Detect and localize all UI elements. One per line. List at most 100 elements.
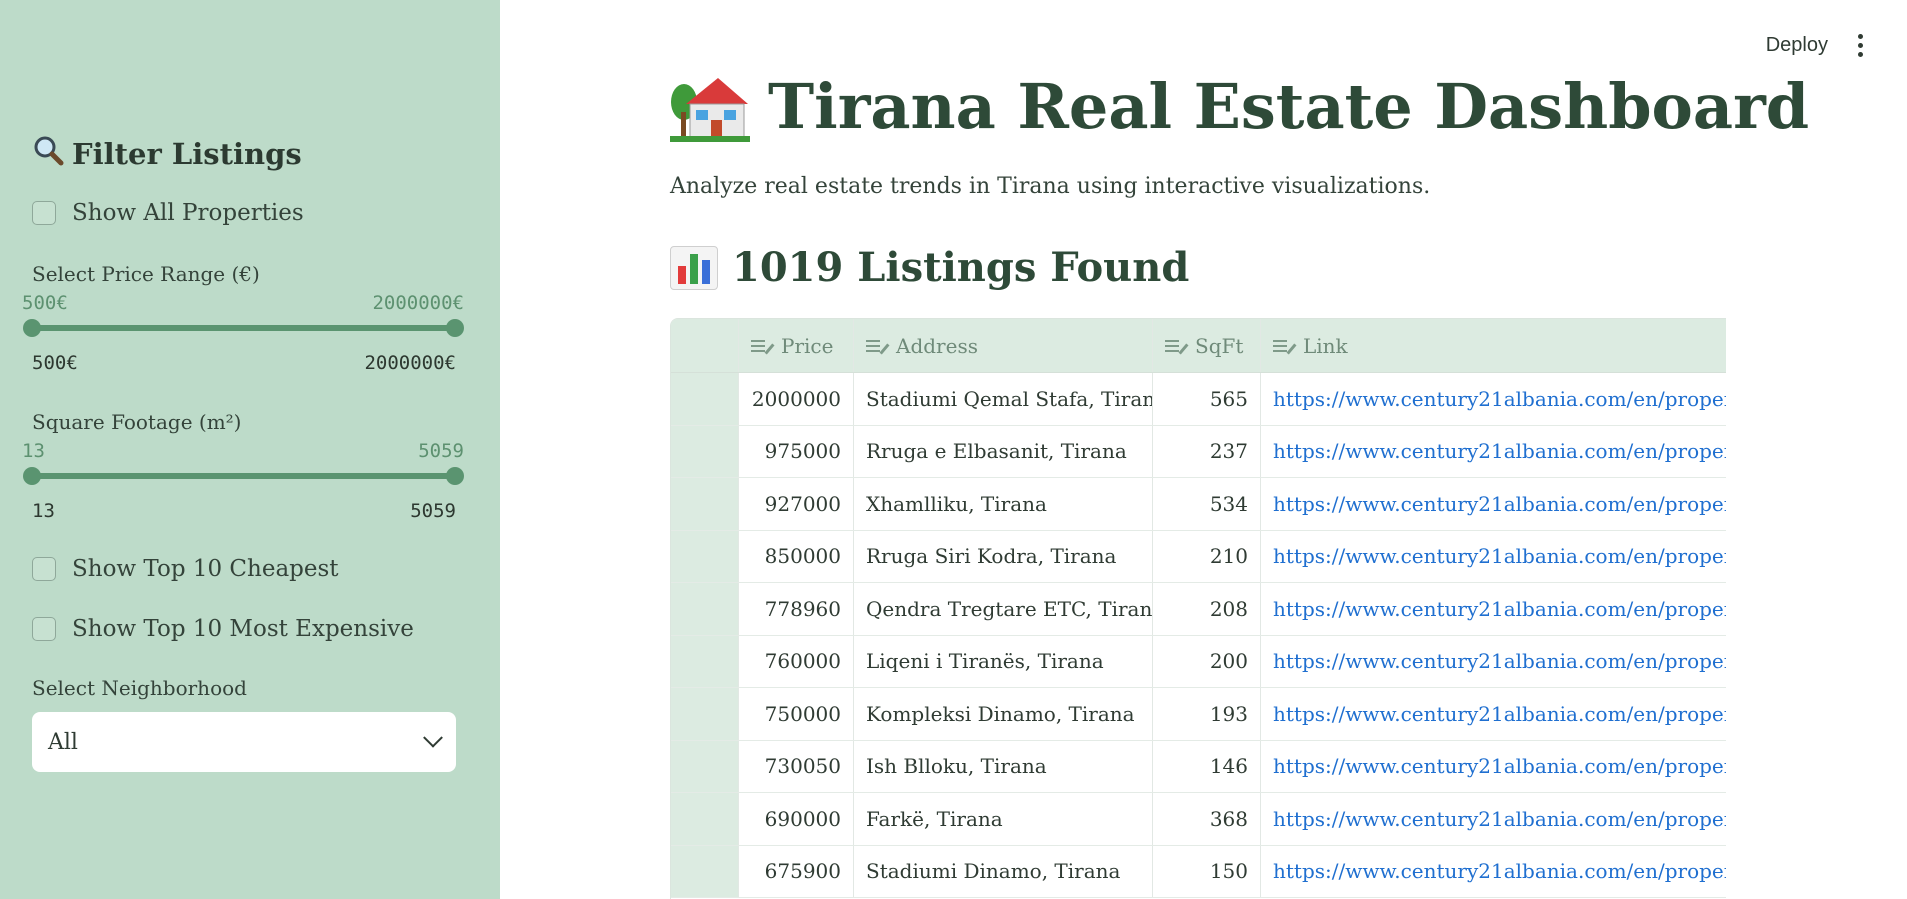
price-max-handle[interactable] xyxy=(446,319,464,337)
index-header xyxy=(671,319,739,372)
price-cell[interactable]: 760000 xyxy=(739,635,854,687)
text-column-icon xyxy=(751,338,771,354)
link-cell[interactable]: https://www.century21albania.com/en/prop… xyxy=(1261,583,1726,635)
table-row[interactable]: 730050 Ish Blloku, Tirana 146 https://www.c… xyxy=(671,740,1726,793)
sqft-cell[interactable]: 200 xyxy=(1153,635,1261,687)
checkbox-label: Show Top 10 Most Expensive xyxy=(72,616,414,642)
price-min-value: 500€ xyxy=(22,292,68,314)
neighborhood-select[interactable]: All xyxy=(32,712,456,772)
address-cell[interactable]: Kompleksi Dinamo, Tirana xyxy=(854,688,1153,740)
table-row[interactable]: 927000 Xhamlliku, Tirana 534 https://www.ce… xyxy=(671,478,1726,531)
price-cell[interactable]: 750000 xyxy=(739,688,854,740)
sqft-min-handle[interactable] xyxy=(23,467,41,485)
table-row[interactable]: 690000 Farkë, Tirana 368 https://www.centur… xyxy=(671,793,1726,846)
sidebar-title: Filter Listings xyxy=(32,134,302,173)
show-all-properties-checkbox[interactable]: Show All Properties xyxy=(32,200,304,226)
price-cell[interactable]: 927000 xyxy=(739,478,854,530)
neighborhood-selected-value: All xyxy=(48,729,78,755)
row-index-cell xyxy=(671,793,739,845)
table-row[interactable]: 760000 Liqeni i Tiranës, Tirana 200 https:/… xyxy=(671,635,1726,688)
address-cell[interactable]: Rruga Siri Kodra, Tirana xyxy=(854,530,1153,582)
address-cell[interactable]: Stadiumi Qemal Stafa, Tirana xyxy=(854,373,1153,425)
link-cell[interactable]: https://www.century21albania.com/en/prop… xyxy=(1261,793,1726,845)
address-cell[interactable]: Stadiumi Dinamo, Tirana xyxy=(854,845,1153,897)
sqft-max-value: 5059 xyxy=(418,440,464,462)
price-cell[interactable]: 2000000 xyxy=(739,373,854,425)
column-header-link[interactable]: Link xyxy=(1261,319,1726,372)
row-index-cell xyxy=(671,478,739,530)
price-range-track[interactable] xyxy=(32,325,456,331)
sqft-cell[interactable]: 208 xyxy=(1153,583,1261,635)
price-cell[interactable]: 850000 xyxy=(739,530,854,582)
house-icon xyxy=(670,72,750,142)
row-index-cell xyxy=(671,530,739,582)
price-cell[interactable]: 778960 xyxy=(739,583,854,635)
address-cell[interactable]: Ish Blloku, Tirana xyxy=(854,740,1153,792)
table-row[interactable]: 975000 Rruga e Elbasanit, Tirana 237 https:… xyxy=(671,425,1726,478)
page-title: Tirana Real Estate Dashboard xyxy=(670,70,1809,143)
sqft-cell[interactable]: 368 xyxy=(1153,793,1261,845)
row-index-cell xyxy=(671,740,739,792)
column-header-price[interactable]: Price xyxy=(739,319,854,372)
checkbox-box[interactable] xyxy=(32,201,56,225)
listings-table[interactable]: Price Address SqFt Link 2000000 Stadiumi … xyxy=(670,318,1726,899)
neighborhood-label: Select Neighborhood xyxy=(32,676,247,700)
column-header-sqft[interactable]: SqFt xyxy=(1153,319,1261,372)
text-column-icon xyxy=(866,338,886,354)
price-cell[interactable]: 730050 xyxy=(739,740,854,792)
link-cell[interactable]: https://www.century21albania.com/en/prop… xyxy=(1261,741,1726,793)
address-cell[interactable]: Qendra Tregtare ETC, Tirana xyxy=(854,583,1153,635)
sqft-range-track[interactable] xyxy=(32,473,456,479)
sqft-max-tick: 5059 xyxy=(410,500,456,522)
column-header-label: SqFt xyxy=(1195,333,1244,358)
table-body: 2000000 Stadiumi Qemal Stafa, Tirana 565 ht… xyxy=(671,373,1726,898)
price-cell[interactable]: 690000 xyxy=(739,793,854,845)
link-cell[interactable]: https://www.century21albania.com/en/prop… xyxy=(1261,531,1726,583)
address-cell[interactable]: Liqeni i Tiranës, Tirana xyxy=(854,635,1153,687)
table-row[interactable]: 750000 Kompleksi Dinamo, Tirana 193 https:/… xyxy=(671,688,1726,741)
top10-expensive-checkbox[interactable]: Show Top 10 Most Expensive xyxy=(32,616,414,642)
table-row[interactable]: 850000 Rruga Siri Kodra, Tirana 210 https:/… xyxy=(671,530,1726,583)
table-row[interactable]: 778960 Qendra Tregtare ETC, Tirana 208 http… xyxy=(671,583,1726,636)
table-header: Price Address SqFt Link xyxy=(671,319,1726,373)
link-cell[interactable]: https://www.century21albania.com/en/prop… xyxy=(1261,426,1726,478)
column-header-address[interactable]: Address xyxy=(854,319,1153,372)
listings-heading: 1019 Listings Found xyxy=(670,244,1189,291)
link-cell[interactable]: https://www.century21albania.com/en/prop… xyxy=(1261,373,1726,425)
checkbox-box[interactable] xyxy=(32,557,56,581)
address-cell[interactable]: Farkë, Tirana xyxy=(854,793,1153,845)
price-cell[interactable]: 675900 xyxy=(739,845,854,897)
address-cell[interactable]: Xhamlliku, Tirana xyxy=(854,478,1153,530)
listings-heading-text: 1019 Listings Found xyxy=(732,244,1190,291)
magnifier-icon xyxy=(32,134,64,173)
deploy-button[interactable]: Deploy xyxy=(1766,34,1828,57)
sqft-cell[interactable]: 193 xyxy=(1153,688,1261,740)
chevron-down-icon xyxy=(423,727,443,748)
table-row[interactable]: 675900 Stadiumi Dinamo, Tirana 150 https://… xyxy=(671,845,1726,898)
checkbox-box[interactable] xyxy=(32,617,56,641)
kebab-menu-icon[interactable] xyxy=(1858,34,1863,57)
row-index-cell xyxy=(671,845,739,897)
link-cell[interactable]: https://www.century21albania.com/en/prop… xyxy=(1261,846,1726,898)
sqft-cell[interactable]: 565 xyxy=(1153,373,1261,425)
address-cell[interactable]: Rruga e Elbasanit, Tirana xyxy=(854,425,1153,477)
price-range-label: Select Price Range (€) xyxy=(32,262,260,286)
price-cell[interactable]: 975000 xyxy=(739,425,854,477)
link-cell[interactable]: https://www.century21albania.com/en/prop… xyxy=(1261,478,1726,530)
sqft-cell[interactable]: 150 xyxy=(1153,845,1261,897)
sqft-min-tick: 13 xyxy=(32,500,55,522)
sqft-cell[interactable]: 146 xyxy=(1153,740,1261,792)
sqft-cell[interactable]: 534 xyxy=(1153,478,1261,530)
price-min-handle[interactable] xyxy=(23,319,41,337)
top10-cheapest-checkbox[interactable]: Show Top 10 Cheapest xyxy=(32,556,339,582)
price-min-tick: 500€ xyxy=(32,352,78,374)
bar-chart-icon xyxy=(670,245,718,290)
sqft-cell[interactable]: 237 xyxy=(1153,425,1261,477)
page-subtitle: Analyze real estate trends in Tirana usi… xyxy=(670,174,1431,199)
sqft-cell[interactable]: 210 xyxy=(1153,530,1261,582)
link-cell[interactable]: https://www.century21albania.com/en/prop… xyxy=(1261,688,1726,740)
link-cell[interactable]: https://www.century21albania.com/en/prop… xyxy=(1261,636,1726,688)
table-row[interactable]: 2000000 Stadiumi Qemal Stafa, Tirana 565 ht… xyxy=(671,373,1726,426)
sqft-max-handle[interactable] xyxy=(446,467,464,485)
price-max-tick: 2000000€ xyxy=(364,352,456,374)
